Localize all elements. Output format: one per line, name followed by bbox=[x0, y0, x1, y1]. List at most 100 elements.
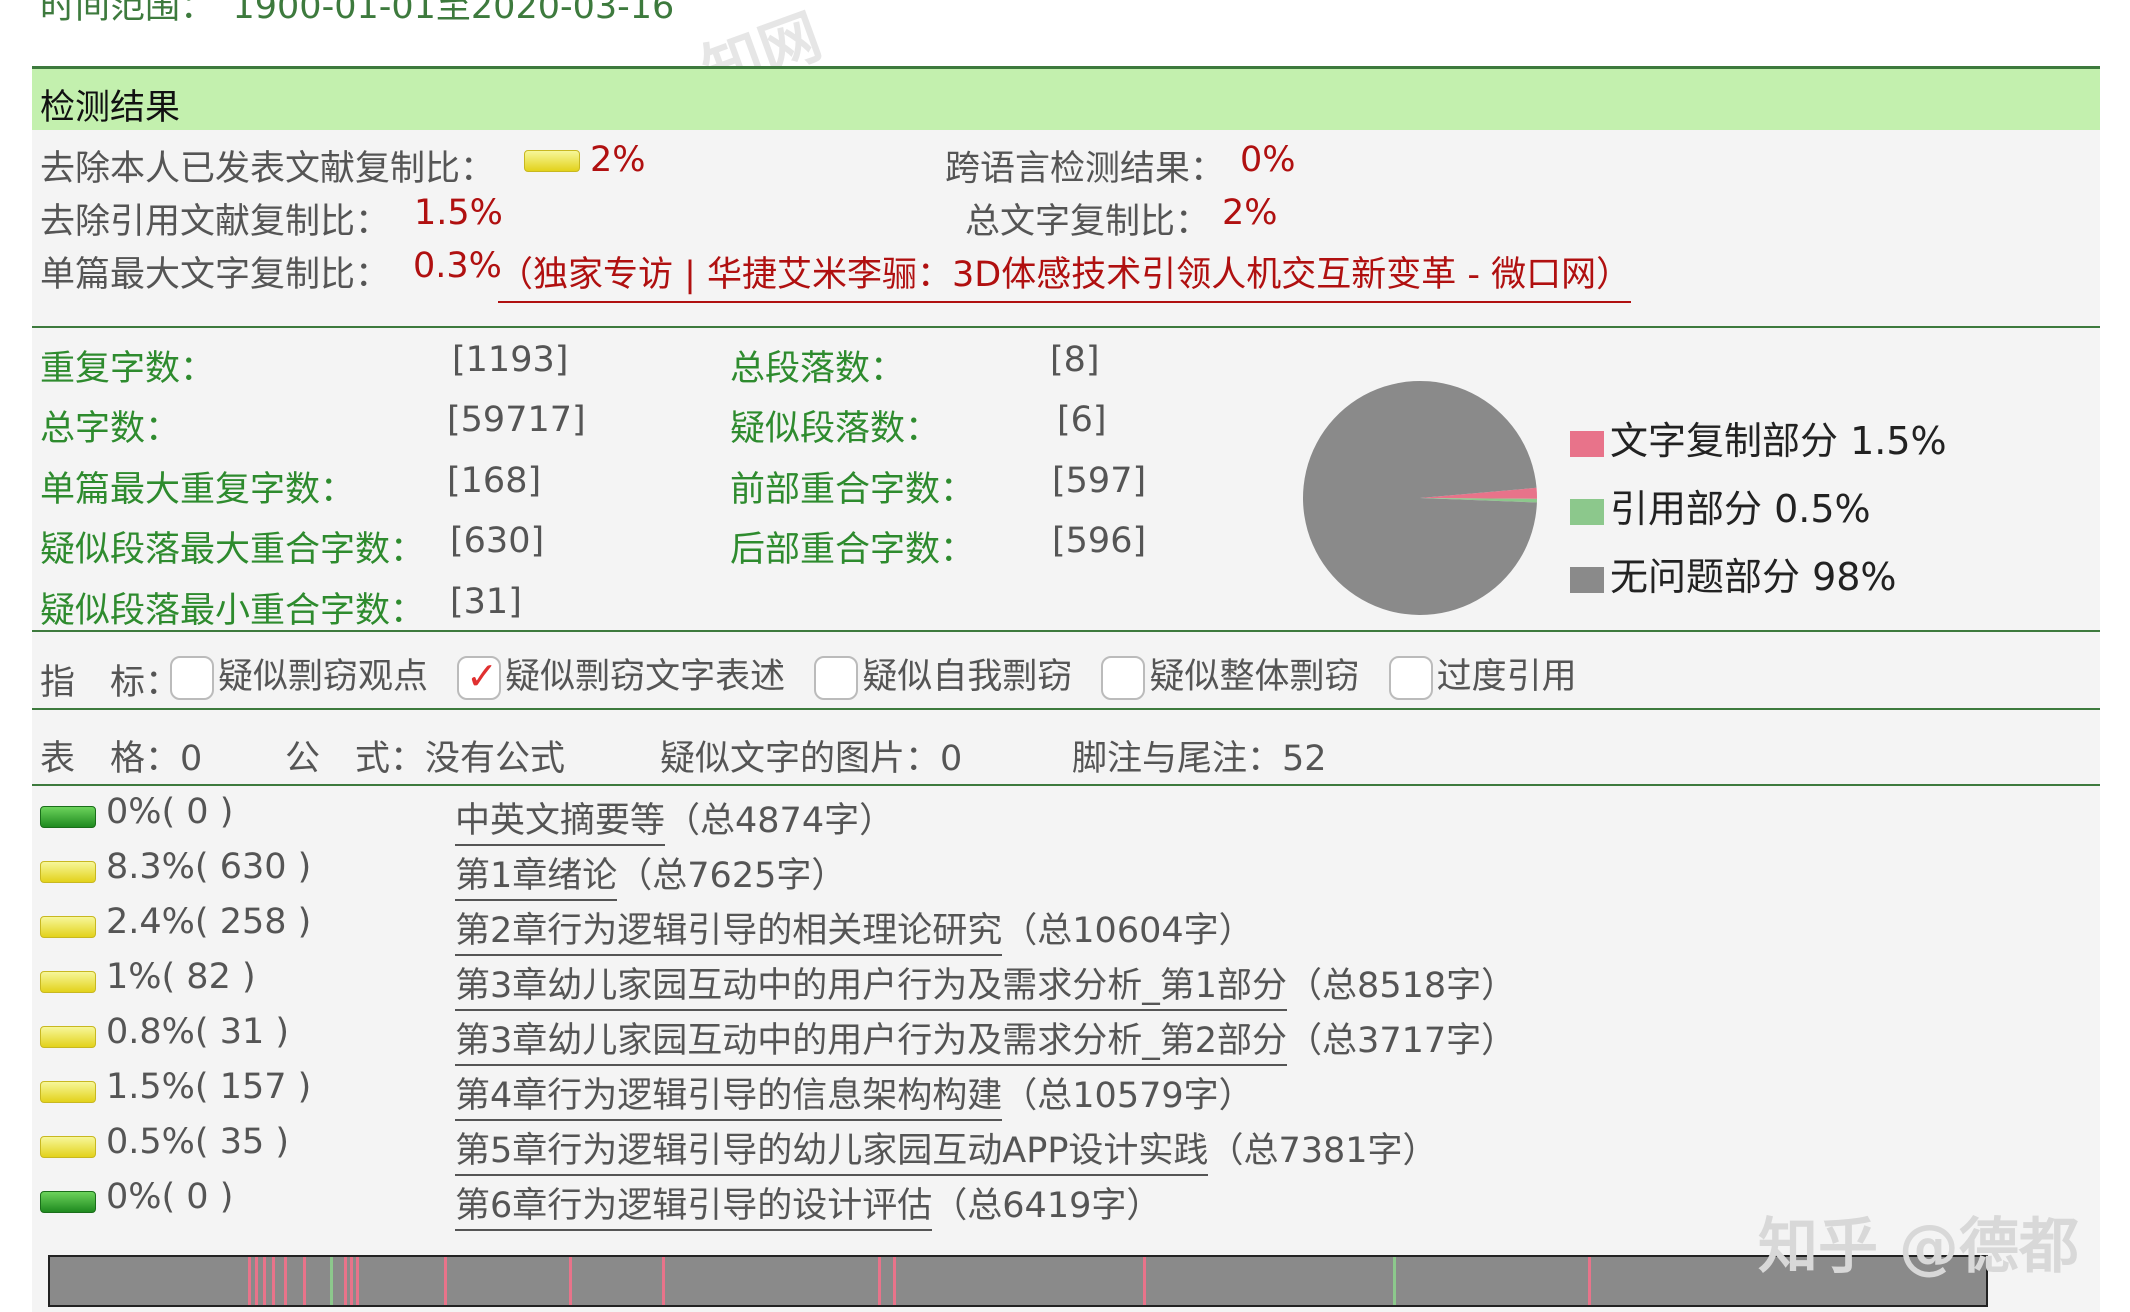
indicator-item[interactable]: 过度引用 bbox=[1388, 656, 1577, 700]
checkbox[interactable] bbox=[170, 656, 214, 700]
dup-words-label: 重复字数： bbox=[40, 349, 216, 389]
susp-para-label: 疑似段落数： bbox=[730, 409, 941, 449]
strip-mark bbox=[356, 1257, 359, 1305]
indicator-item[interactable]: 疑似剽窃观点 bbox=[170, 656, 429, 700]
strip-background bbox=[48, 1255, 1988, 1307]
exclude-self-value: 2% bbox=[590, 140, 646, 180]
legend-label-ok: 无问题部分 98% bbox=[1610, 555, 1897, 599]
image-info: 疑似文字的图片：0 bbox=[660, 730, 962, 781]
strip-mark bbox=[662, 1257, 665, 1305]
chapter-link[interactable]: 中英文摘要等 bbox=[455, 801, 666, 846]
total-words-label: 总字数： bbox=[40, 409, 181, 449]
chapter-percent: 1%( 82 ) bbox=[106, 956, 256, 997]
chapter-link[interactable]: 第5章行为逻辑引导的幼儿家园互动APP设计实践 bbox=[455, 1130, 1209, 1176]
dup-words-value: [1193] bbox=[452, 340, 569, 380]
total-para-label: 总段落数： bbox=[730, 349, 906, 389]
formula-label: 公 式： bbox=[285, 739, 426, 779]
strip-mark bbox=[878, 1257, 881, 1305]
chapter-percent: 0%( 0 ) bbox=[106, 792, 234, 832]
indicator-text: 疑似剽窃观点 bbox=[218, 657, 429, 697]
chapter-link[interactable]: 第1章绪论 bbox=[455, 855, 618, 901]
susp-para-max-label: 疑似段落最大重合字数： bbox=[40, 530, 426, 570]
footnote-value: 52 bbox=[1282, 739, 1327, 779]
exclude-cite-value: 1.5% bbox=[414, 193, 503, 233]
indicator-text: 疑似剽窃文字表述 bbox=[505, 657, 786, 697]
max-single-dup-value: [168] bbox=[447, 461, 542, 501]
susp-para-min-label: 疑似段落最小重合字数： bbox=[40, 591, 426, 631]
chapter-percent: 0%( 0 ) bbox=[106, 1176, 234, 1217]
chapter-entry: 第3章幼儿家园互动中的用户行为及需求分析_第1部分（总8518字） bbox=[455, 957, 1516, 1011]
chapter-entry: 第4章行为逻辑引导的信息架构构建（总10579字） bbox=[455, 1067, 1254, 1121]
chapter-total: （总10579字） bbox=[1002, 1075, 1254, 1116]
checkbox[interactable] bbox=[1101, 656, 1146, 700]
front-overlap-label: 前部重合字数： bbox=[730, 470, 976, 510]
chart-legend: 文字复制部分 1.5% 引用部分 0.5% 无问题部分 98% bbox=[1570, 410, 1947, 614]
time-range: 时间范围： 1900-01-01至2020-03-16 bbox=[40, 0, 675, 27]
checkbox[interactable] bbox=[814, 656, 859, 700]
chapter-total: （总6419字） bbox=[932, 1185, 1162, 1226]
similarity-bar bbox=[40, 1025, 96, 1048]
checkbox-checked[interactable]: ✓ bbox=[457, 654, 502, 700]
indicators-label: 指 标： bbox=[40, 663, 181, 703]
results-header: 检测结果 bbox=[32, 66, 2100, 133]
total-words-value: [59717] bbox=[447, 400, 586, 440]
exclude-self-bar bbox=[524, 150, 580, 172]
chapter-entry: 中英文摘要等（总4874字） bbox=[455, 792, 894, 846]
strip-mark bbox=[1143, 1257, 1146, 1305]
distribution-strip bbox=[48, 1255, 1988, 1307]
image-value: 0 bbox=[940, 739, 963, 779]
indicator-item[interactable]: ✓ 疑似剽窃文字表述 bbox=[457, 654, 786, 700]
legend-swatch-copy bbox=[1570, 430, 1604, 457]
similarity-bar bbox=[40, 806, 96, 828]
legend-swatch-ok bbox=[1570, 566, 1604, 593]
cross-lang-value: 0% bbox=[1240, 140, 1296, 180]
strip-mark bbox=[248, 1257, 251, 1305]
footnote-info: 脚注与尾注：52 bbox=[1072, 730, 1327, 781]
table-count: 表 格：0 bbox=[40, 730, 202, 781]
indicator-item[interactable]: 疑似整体剽窃 bbox=[1101, 656, 1359, 700]
max-single-dup-label: 单篇最大重复字数： bbox=[40, 470, 356, 510]
legend-swatch-cite bbox=[1570, 498, 1604, 525]
susp-para-min-value: [31] bbox=[450, 582, 522, 622]
chapter-entry: 第3章幼儿家园互动中的用户行为及需求分析_第2部分（总3717字） bbox=[455, 1012, 1516, 1066]
legend-label-cite: 引用部分 0.5% bbox=[1610, 487, 1871, 531]
strip-mark bbox=[569, 1257, 572, 1305]
indicator-item[interactable]: 疑似自我剽窃 bbox=[814, 656, 1072, 700]
strip-mark bbox=[255, 1257, 258, 1305]
image-label: 疑似文字的图片： bbox=[660, 739, 941, 779]
chapter-percent: 1.5%( 157 ) bbox=[106, 1066, 312, 1107]
similarity-bar bbox=[40, 860, 96, 883]
strip-mark bbox=[444, 1257, 447, 1305]
checkbox[interactable] bbox=[1388, 656, 1433, 700]
legend-label-copy: 文字复制部分 1.5% bbox=[1610, 419, 1947, 463]
chapter-entry: 第5章行为逻辑引导的幼儿家园互动APP设计实践（总7381字） bbox=[455, 1122, 1438, 1176]
chapter-link[interactable]: 第3章幼儿家园互动中的用户行为及需求分析_第2部分 bbox=[455, 1020, 1288, 1066]
chapter-link[interactable]: 第2章行为逻辑引导的相关理论研究 bbox=[455, 910, 1003, 956]
chapter-link[interactable]: 第4章行为逻辑引导的信息架构构建 bbox=[455, 1075, 1003, 1121]
strip-mark bbox=[272, 1257, 275, 1305]
max-single-source-link[interactable]: （独家专访 | 华捷艾米李骊：3D体感技术引领人机交互新变革 - 微口网） bbox=[498, 246, 1632, 303]
chapter-percent: 0.5%( 35 ) bbox=[106, 1121, 290, 1162]
chapter-percent: 2.4%( 258 ) bbox=[106, 901, 312, 942]
exclude-cite-label: 去除引用文献复制比： bbox=[40, 202, 391, 242]
back-overlap-value: [596] bbox=[1052, 521, 1147, 561]
zhihu-watermark: 知乎 @德都 bbox=[1758, 1212, 2079, 1282]
chapter-link[interactable]: 第6章行为逻辑引导的设计评估 bbox=[455, 1185, 933, 1231]
max-single-label: 单篇最大文字复制比： bbox=[40, 255, 391, 295]
chapter-link[interactable]: 第3章幼儿家园互动中的用户行为及需求分析_第1部分 bbox=[455, 965, 1288, 1011]
total-copy-label: 总文字复制比： bbox=[965, 202, 1211, 242]
similarity-bar bbox=[40, 1190, 96, 1213]
strip-mark bbox=[1393, 1257, 1396, 1305]
legend-item-copy: 文字复制部分 1.5% bbox=[1570, 410, 1947, 478]
chapter-entry: 第2章行为逻辑引导的相关理论研究（总10604字） bbox=[455, 902, 1254, 956]
similarity-bar bbox=[40, 1135, 96, 1158]
chapter-percent: 8.3%( 630 ) bbox=[106, 846, 312, 887]
susp-para-value: [6] bbox=[1057, 400, 1107, 440]
pie-chart bbox=[1303, 381, 1537, 615]
indicator-text: 过度引用 bbox=[1436, 657, 1577, 697]
chapter-entry: 第1章绪论（总7625字） bbox=[455, 847, 846, 901]
back-overlap-label: 后部重合字数： bbox=[730, 530, 976, 570]
table-value: 0 bbox=[180, 739, 203, 779]
exclude-self-label: 去除本人已发表文献复制比： bbox=[40, 149, 496, 189]
chapter-total: （总10604字） bbox=[1002, 910, 1254, 951]
